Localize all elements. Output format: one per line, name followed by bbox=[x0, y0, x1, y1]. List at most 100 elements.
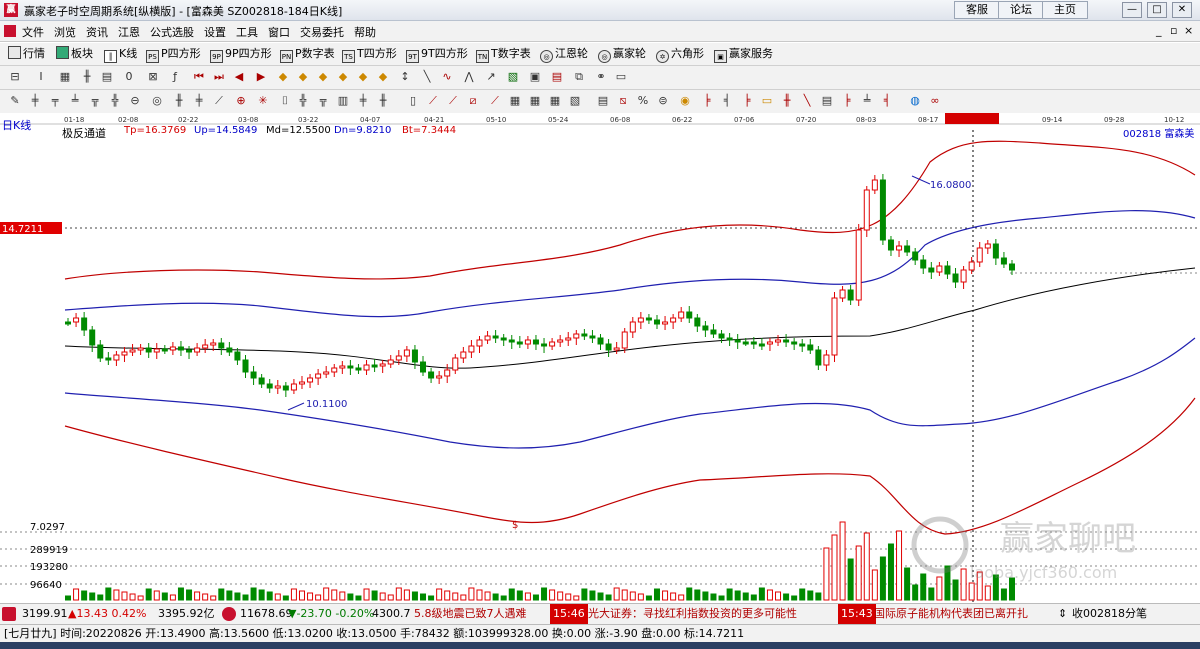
menu-file[interactable]: 文件 bbox=[22, 24, 44, 40]
wave-icon[interactable]: ∿ bbox=[440, 70, 454, 84]
line-tool-3-icon[interactable]: ╧ bbox=[68, 94, 82, 108]
line-tool-8-icon[interactable]: ╬ bbox=[296, 94, 310, 108]
last-icon[interactable]: ⏭ bbox=[212, 70, 226, 84]
favorite-ticks-label[interactable]: 收002818分笔 bbox=[1072, 604, 1147, 624]
forum-button[interactable]: 论坛 bbox=[998, 1, 1044, 19]
trend-icon[interactable]: ↗ bbox=[484, 70, 498, 84]
menu-settings[interactable]: 设置 bbox=[204, 24, 226, 40]
line-tool-4-icon[interactable]: ╦ bbox=[88, 94, 102, 108]
minimize-button[interactable]: — bbox=[1122, 2, 1142, 18]
scroll-icon[interactable]: ⇕ bbox=[1058, 604, 1067, 624]
channel10-icon[interactable]: ╡ bbox=[880, 94, 894, 108]
percent-icon[interactable]: % bbox=[636, 94, 650, 108]
diamond3-icon[interactable]: ◆ bbox=[316, 70, 330, 84]
ellipse-icon[interactable]: ⊖ bbox=[128, 94, 142, 108]
gann-wheel-button[interactable]: ◎ 江恩轮 bbox=[540, 46, 588, 63]
fan4-icon[interactable]: ⟋ bbox=[488, 94, 502, 108]
line-tool-2-icon[interactable]: ╤ bbox=[48, 94, 62, 108]
service-button[interactable]: ▣ 赢家服务 bbox=[714, 46, 773, 63]
first-icon[interactable]: ⏮ bbox=[192, 70, 206, 84]
line-tool-9-icon[interactable]: ╦ bbox=[316, 94, 330, 108]
channel9-icon[interactable]: ╧ bbox=[860, 94, 874, 108]
formula-icon[interactable]: ⊠ bbox=[146, 70, 160, 84]
diamond1-icon[interactable]: ◆ bbox=[276, 70, 290, 84]
grid-tool-icon[interactable]: ▤ bbox=[100, 70, 114, 84]
mdi-restore-button[interactable]: ▫ bbox=[1170, 24, 1177, 37]
diamond5-icon[interactable]: ◆ bbox=[356, 70, 370, 84]
line-tool-11-icon[interactable]: ╪ bbox=[356, 94, 370, 108]
news-item-2[interactable]: 光大证券：寻找红利指数投资的更多可能性 bbox=[588, 604, 797, 624]
p-table-button[interactable]: PN P数字表 bbox=[280, 46, 335, 63]
winner-wheel-button[interactable]: ◎ 赢家轮 bbox=[598, 46, 646, 63]
fib-icon[interactable]: ▯ bbox=[406, 94, 420, 108]
channel4-icon[interactable]: ▭ bbox=[760, 94, 774, 108]
diamond4-icon[interactable]: ◆ bbox=[336, 70, 350, 84]
cycle-icon[interactable]: ⊜ bbox=[656, 94, 670, 108]
close-button[interactable]: ✕ bbox=[1172, 2, 1192, 18]
menu-tools[interactable]: 工具 bbox=[236, 24, 258, 40]
menu-browse[interactable]: 浏览 bbox=[54, 24, 76, 40]
gann-circle-icon[interactable]: ⊕ bbox=[234, 94, 248, 108]
menu-window[interactable]: 窗口 bbox=[268, 24, 290, 40]
channel-icon[interactable]: ╞ bbox=[700, 94, 714, 108]
9t-square-button[interactable]: 9T 9T四方形 bbox=[406, 46, 468, 63]
gann-star-icon[interactable]: ✳ bbox=[256, 94, 270, 108]
fan3-icon[interactable]: ⧄ bbox=[466, 94, 480, 108]
table-icon[interactable]: ▦ bbox=[58, 70, 72, 84]
news-item-3[interactable]: 国际原子能机构代表团已离开扎 bbox=[874, 604, 1056, 624]
globe-icon[interactable]: ◍ bbox=[908, 94, 922, 108]
cursor-icon[interactable]: I bbox=[34, 70, 48, 84]
support-button[interactable]: 客服 bbox=[954, 1, 1000, 19]
line-tool-5-icon[interactable]: ╬ bbox=[108, 94, 122, 108]
kline-chart[interactable]: 01-18 02-08 02-22 03-08 03-22 04-07 04-21 05-10… bbox=[0, 113, 1200, 603]
grid-tool-3-icon[interactable]: ▦ bbox=[528, 94, 542, 108]
circle-icon[interactable]: ◎ bbox=[150, 94, 164, 108]
zero-icon[interactable]: 0 bbox=[122, 70, 136, 84]
menu-help[interactable]: 帮助 bbox=[354, 24, 376, 40]
print-icon[interactable]: ▤ bbox=[550, 70, 564, 84]
fib-fan-icon[interactable]: ⧅ bbox=[616, 94, 630, 108]
grid-tool-4-icon[interactable]: ▦ bbox=[548, 94, 562, 108]
menu-info[interactable]: 资讯 bbox=[86, 24, 108, 40]
layout-icon[interactable]: ⊟ bbox=[8, 70, 22, 84]
channel5-icon[interactable]: ╫ bbox=[780, 94, 794, 108]
link-icon[interactable]: ⚭ bbox=[594, 70, 608, 84]
9p-square-button[interactable]: 9P 9P四方形 bbox=[210, 46, 272, 63]
homepage-button[interactable]: 主页 bbox=[1042, 1, 1088, 19]
menu-trade[interactable]: 交易委托 bbox=[300, 24, 344, 40]
bracket-icon[interactable]: ⌷ bbox=[278, 94, 292, 108]
fan-icon[interactable]: ⟋ bbox=[426, 94, 440, 108]
menu-formula[interactable]: 公式选股 bbox=[150, 24, 194, 40]
circle-tool-icon[interactable]: ◉ bbox=[678, 94, 692, 108]
sectors-button[interactable]: 板块 bbox=[56, 46, 93, 62]
channel7-icon[interactable]: ▤ bbox=[820, 94, 834, 108]
line-tool-1-icon[interactable]: ╪ bbox=[28, 94, 42, 108]
candle-tool-icon[interactable]: ╫ bbox=[80, 70, 94, 84]
menu-gann[interactable]: 江恩 bbox=[118, 24, 140, 40]
line-tool-10-icon[interactable]: ▥ bbox=[336, 94, 350, 108]
line-icon[interactable]: ╲ bbox=[420, 70, 434, 84]
line-tool-12-icon[interactable]: ╫ bbox=[376, 94, 390, 108]
diag-icon[interactable]: ⟋ bbox=[212, 94, 226, 108]
ruler-icon[interactable]: ▤ bbox=[596, 94, 610, 108]
save-icon[interactable]: ▣ bbox=[528, 70, 542, 84]
news-item-1[interactable]: 5.8级地震已致7人遇难 bbox=[414, 604, 527, 624]
channel3-icon[interactable]: ╞ bbox=[740, 94, 754, 108]
pen-icon[interactable]: ✎ bbox=[8, 94, 22, 108]
left-icon[interactable]: ◀ bbox=[232, 70, 246, 84]
kline-button[interactable]: ║ K线 bbox=[104, 46, 137, 63]
t-table-button[interactable]: TN T数字表 bbox=[476, 46, 531, 63]
chart-icon[interactable]: ▧ bbox=[506, 70, 520, 84]
maximize-button[interactable]: □ bbox=[1147, 2, 1167, 18]
arrow-icon[interactable]: ↕ bbox=[398, 70, 412, 84]
hexagon-button[interactable]: ✡ 六角形 bbox=[656, 46, 704, 63]
copy-icon[interactable]: ⧉ bbox=[572, 70, 586, 84]
hatch-icon[interactable]: ▧ bbox=[568, 94, 582, 108]
diamond2-icon[interactable]: ◆ bbox=[296, 70, 310, 84]
window-icon[interactable]: ▭ bbox=[614, 70, 628, 84]
infinity-icon[interactable]: ∞ bbox=[928, 94, 942, 108]
line-tool-7-icon[interactable]: ╪ bbox=[192, 94, 206, 108]
diamond6-icon[interactable]: ◆ bbox=[376, 70, 390, 84]
zigzag-icon[interactable]: ⋀ bbox=[462, 70, 476, 84]
t-square-button[interactable]: TS T四方形 bbox=[342, 46, 397, 63]
